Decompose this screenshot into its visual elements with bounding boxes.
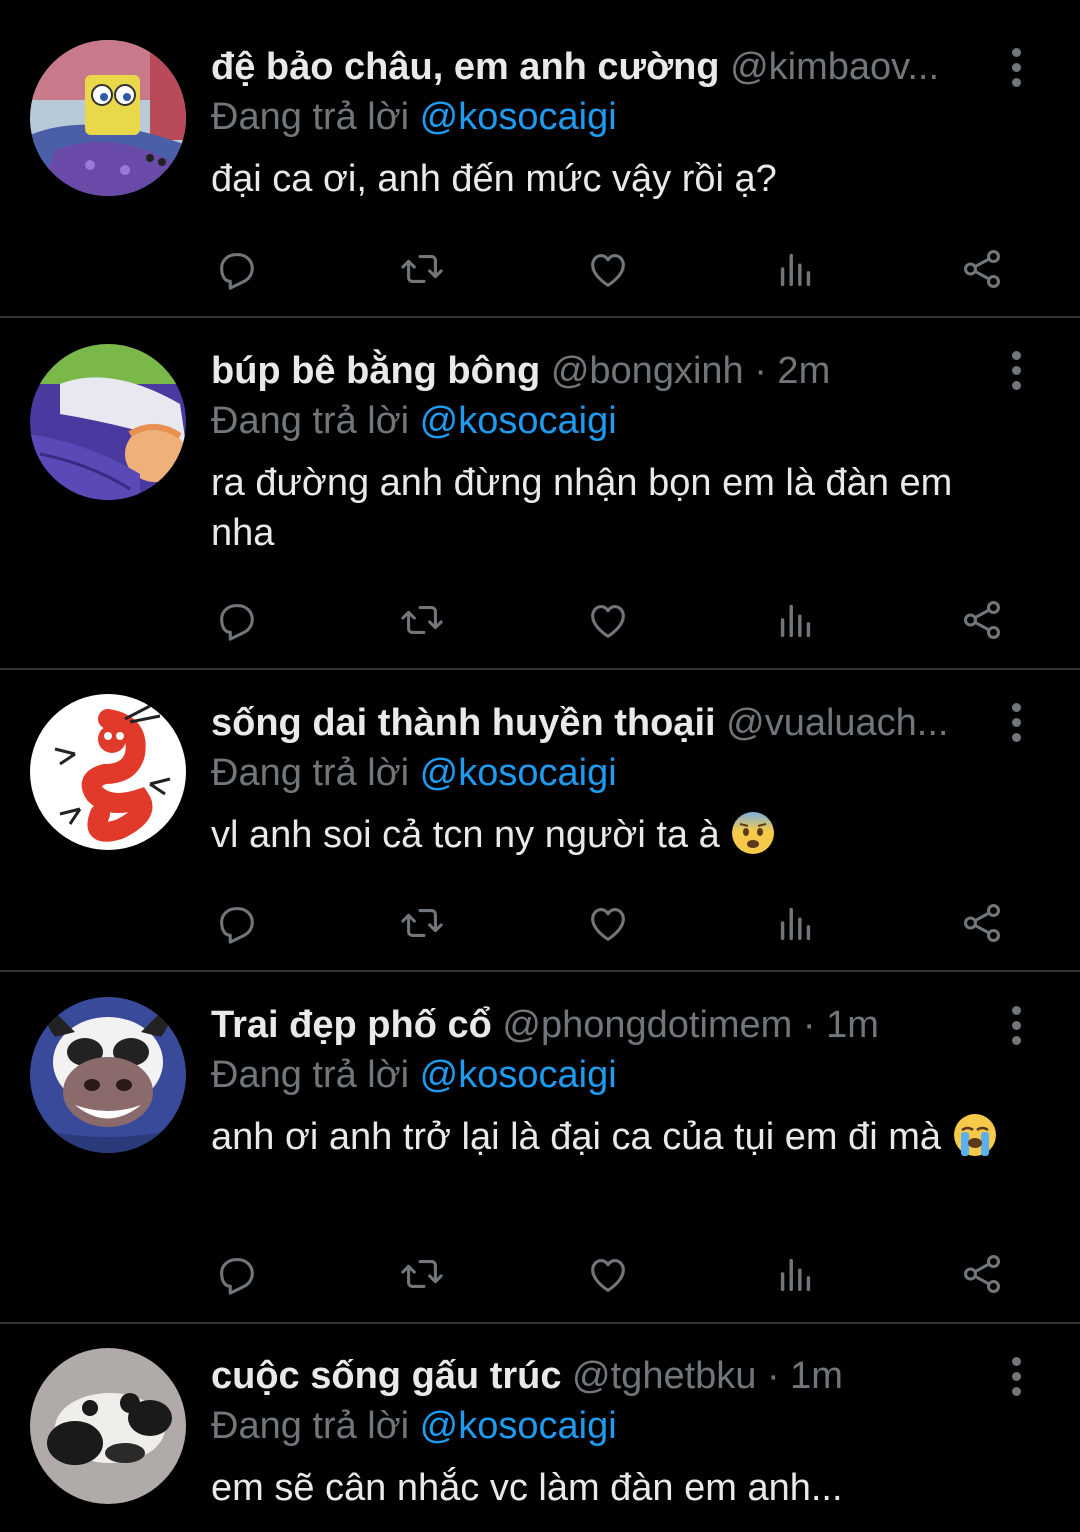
red-dragon-avatar-image bbox=[30, 694, 186, 850]
share-icon[interactable] bbox=[957, 244, 1007, 294]
tweet-header: sống dai thành huyền thoạii @vualuach... bbox=[211, 698, 1000, 748]
reply-tweet[interactable]: búp bê bằng bông @bongxinh · 2m Đang trả… bbox=[0, 318, 1080, 670]
display-name[interactable]: sống dai thành huyền thoạii bbox=[211, 702, 716, 744]
reply-tweet[interactable]: sống dai thành huyền thoạii @vualuach...… bbox=[0, 670, 1080, 972]
retweet-icon[interactable] bbox=[397, 1249, 447, 1299]
smiling-cow-avatar-image bbox=[30, 997, 186, 1153]
views-icon[interactable] bbox=[771, 898, 821, 948]
action-bar bbox=[211, 1249, 1011, 1299]
loudly-crying-face-emoji bbox=[953, 1114, 996, 1156]
spongebob-avatar-image bbox=[30, 40, 186, 196]
reply-tweet[interactable]: đệ bảo châu, em anh cường @kimbaov... Đa… bbox=[0, 0, 1080, 318]
replying-to: Đang trả lời @kosocaigi bbox=[211, 748, 1000, 798]
like-icon[interactable] bbox=[583, 898, 633, 948]
tweet-text: em sẽ cân nhắc vc làm đàn em anh... bbox=[211, 1467, 843, 1509]
tweet-text: đại ca ơi, anh đến mức vậy rồi ạ? bbox=[211, 158, 777, 200]
display-name[interactable]: búp bê bằng bông bbox=[211, 350, 540, 392]
like-icon[interactable] bbox=[583, 595, 633, 645]
action-bar bbox=[211, 898, 1011, 948]
sleeping-cartoon-avatar-image bbox=[30, 344, 186, 500]
tweet-header: Trai đẹp phố cổ @phongdotimem · 1m bbox=[211, 1000, 1000, 1050]
display-name[interactable]: cuộc sống gấu trúc bbox=[211, 1355, 561, 1397]
reply-icon[interactable] bbox=[211, 1249, 261, 1299]
mention-link[interactable]: @kosocaigi bbox=[420, 400, 617, 442]
replying-to: Đang trả lời @kosocaigi bbox=[211, 92, 1000, 142]
tweet-header: búp bê bằng bông @bongxinh · 2m bbox=[211, 346, 1000, 396]
replying-to: Đang trả lời @kosocaigi bbox=[211, 396, 1000, 446]
display-name[interactable]: Trai đẹp phố cổ bbox=[211, 1004, 492, 1046]
mention-link[interactable]: @kosocaigi bbox=[420, 752, 617, 794]
more-options-icon[interactable] bbox=[1002, 42, 1030, 92]
avatar[interactable] bbox=[30, 1348, 186, 1504]
share-icon[interactable] bbox=[957, 595, 1007, 645]
mention-link[interactable]: @kosocaigi bbox=[420, 96, 617, 138]
replying-label: Đang trả lời bbox=[211, 400, 410, 442]
replying-label: Đang trả lời bbox=[211, 1054, 410, 1096]
tweet-header: đệ bảo châu, em anh cường @kimbaov... bbox=[211, 42, 1000, 92]
more-options-icon[interactable] bbox=[1002, 1000, 1030, 1050]
replying-to: Đang trả lời @kosocaigi bbox=[211, 1401, 1000, 1451]
avatar[interactable] bbox=[30, 40, 186, 196]
share-icon[interactable] bbox=[957, 1249, 1007, 1299]
reply-icon[interactable] bbox=[211, 898, 261, 948]
tweet-text: anh ơi anh trở lại là đại ca của tụi em … bbox=[211, 1116, 941, 1158]
retweet-icon[interactable] bbox=[397, 595, 447, 645]
action-bar bbox=[211, 244, 1011, 294]
user-handle[interactable]: @kimbaov... bbox=[730, 46, 939, 88]
more-options-icon[interactable] bbox=[1002, 1351, 1030, 1401]
retweet-icon[interactable] bbox=[397, 244, 447, 294]
views-icon[interactable] bbox=[771, 595, 821, 645]
tweet-body: vl anh soi cả tcn ny người ta à bbox=[211, 810, 1000, 860]
replying-label: Đang trả lời bbox=[211, 1405, 410, 1447]
tweet-header: cuộc sống gấu trúc @tghetbku · 1m bbox=[211, 1351, 1000, 1401]
replying-to: Đang trả lời @kosocaigi bbox=[211, 1050, 1000, 1100]
user-handle[interactable]: @vualuach... bbox=[726, 702, 948, 744]
replies-feed: đệ bảo châu, em anh cường @kimbaov... Đa… bbox=[0, 0, 1080, 1532]
display-name[interactable]: đệ bảo châu, em anh cường bbox=[211, 46, 720, 88]
user-handle[interactable]: @tghetbku · 1m bbox=[572, 1355, 843, 1397]
avatar[interactable] bbox=[30, 997, 186, 1153]
mention-link[interactable]: @kosocaigi bbox=[420, 1054, 617, 1096]
reply-icon[interactable] bbox=[211, 595, 261, 645]
replying-label: Đang trả lời bbox=[211, 96, 410, 138]
avatar[interactable] bbox=[30, 694, 186, 850]
like-icon[interactable] bbox=[583, 1249, 633, 1299]
user-handle[interactable]: @phongdotimem · 1m bbox=[502, 1004, 879, 1046]
tweet-body: anh ơi anh trở lại là đại ca của tụi em … bbox=[211, 1112, 1000, 1162]
share-icon[interactable] bbox=[957, 898, 1007, 948]
reply-tweet[interactable]: Trai đẹp phố cổ @phongdotimem · 1m Đang … bbox=[0, 972, 1080, 1324]
more-options-icon[interactable] bbox=[1002, 345, 1030, 395]
tweet-text: ra đường anh đừng nhận bọn em là đàn em … bbox=[211, 462, 953, 554]
mention-link[interactable]: @kosocaigi bbox=[420, 1405, 617, 1447]
retweet-icon[interactable] bbox=[397, 898, 447, 948]
more-options-icon[interactable] bbox=[1002, 697, 1030, 747]
anxious-face-emoji bbox=[732, 812, 775, 854]
views-icon[interactable] bbox=[771, 1249, 821, 1299]
replying-label: Đang trả lời bbox=[211, 752, 410, 794]
action-bar bbox=[211, 595, 1011, 645]
reply-icon[interactable] bbox=[211, 244, 261, 294]
reply-tweet[interactable]: cuộc sống gấu trúc @tghetbku · 1m Đang t… bbox=[0, 1324, 1080, 1532]
user-handle[interactable]: @bongxinh · 2m bbox=[551, 350, 830, 392]
panda-avatar-image bbox=[30, 1348, 186, 1504]
tweet-text: vl anh soi cả tcn ny người ta à bbox=[211, 814, 720, 856]
views-icon[interactable] bbox=[771, 244, 821, 294]
avatar[interactable] bbox=[30, 344, 186, 500]
like-icon[interactable] bbox=[583, 244, 633, 294]
